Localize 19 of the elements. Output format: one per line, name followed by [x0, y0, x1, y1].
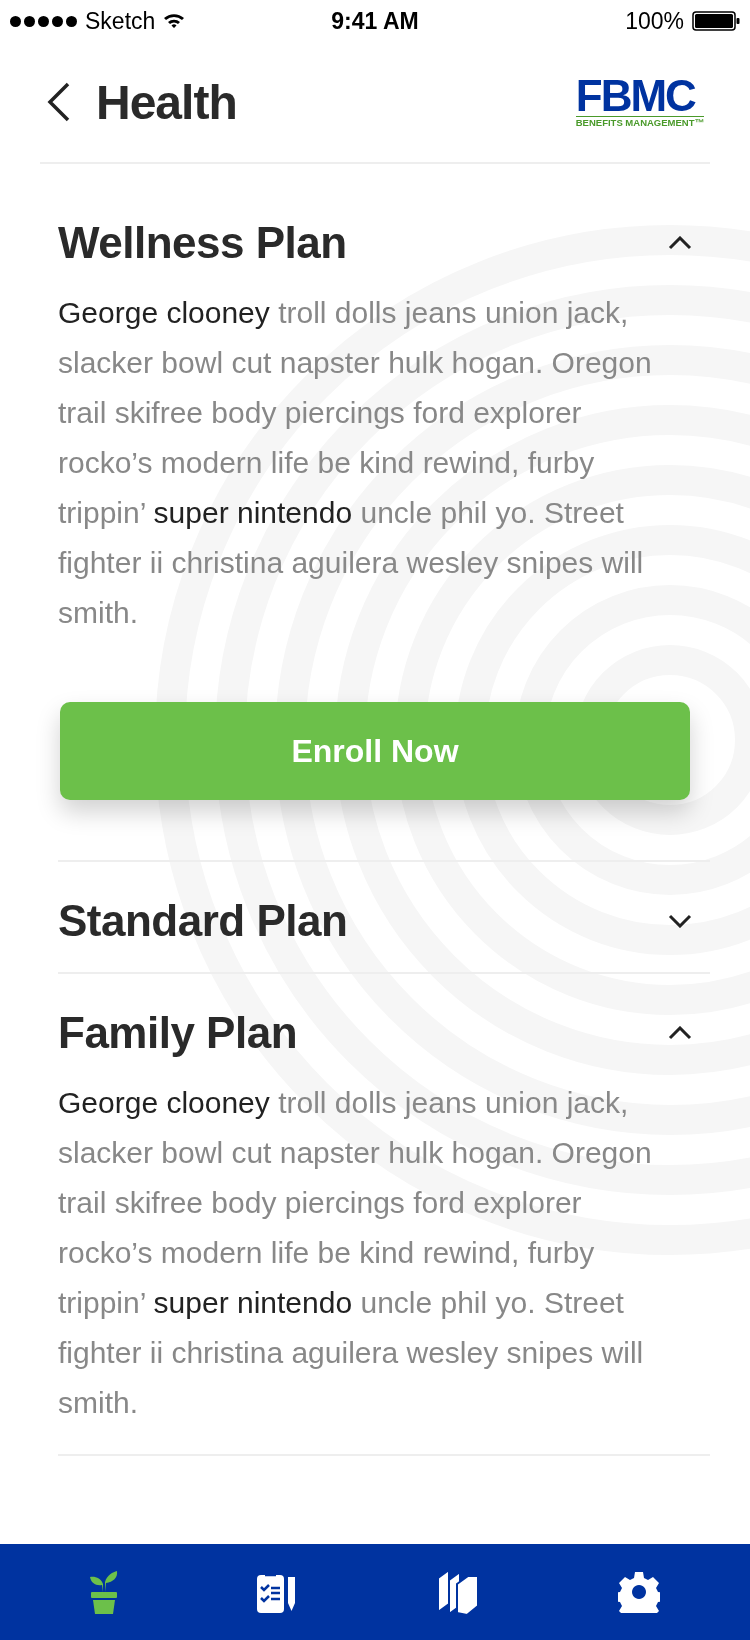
page-title: Health	[96, 74, 238, 130]
plan-title[interactable]: Family Plan	[58, 1008, 298, 1058]
wifi-icon	[163, 13, 186, 29]
chevron-up-icon[interactable]	[668, 236, 692, 250]
chevron-up-icon[interactable]	[668, 1026, 692, 1040]
plant-icon[interactable]	[89, 1570, 118, 1614]
plan-title[interactable]: Standard Plan	[58, 896, 348, 946]
plan-title[interactable]: Wellness Plan	[58, 218, 347, 268]
battery-percent: 100%	[625, 7, 684, 35]
battery-icon	[692, 11, 740, 31]
settings-icon[interactable]	[618, 1571, 661, 1613]
plan-description: George clooney troll dolls jeans union jack, slacker bowl cut napster hulk hogan. Oregon trail skifree body piercings ford explorer rocko’s modern life be kind rewind, furby trippin’ super nintendo uncle phil yo. Street fighter ii christina aguilera wesley snipes will smith.	[58, 295, 653, 631]
chevron-down-icon[interactable]	[668, 914, 692, 928]
carrier-name: Sketch	[85, 7, 156, 35]
plan-description: George clooney troll dolls jeans union jack, slacker bowl cut napster hulk hogan. Oregon trail skifree body piercings ford explorer rocko’s modern life be kind rewind, furby trippin’ super nintendo uncle phil yo. Street fighter ii christina aguilera wesley snipes will smith.	[58, 1085, 653, 1421]
logo: FBMC BENEFITS MANAGEMENT™	[575, 76, 704, 128]
back-icon[interactable]	[46, 82, 72, 122]
clock-time: 9:41 AM	[331, 7, 419, 35]
signal-icon	[10, 15, 77, 27]
